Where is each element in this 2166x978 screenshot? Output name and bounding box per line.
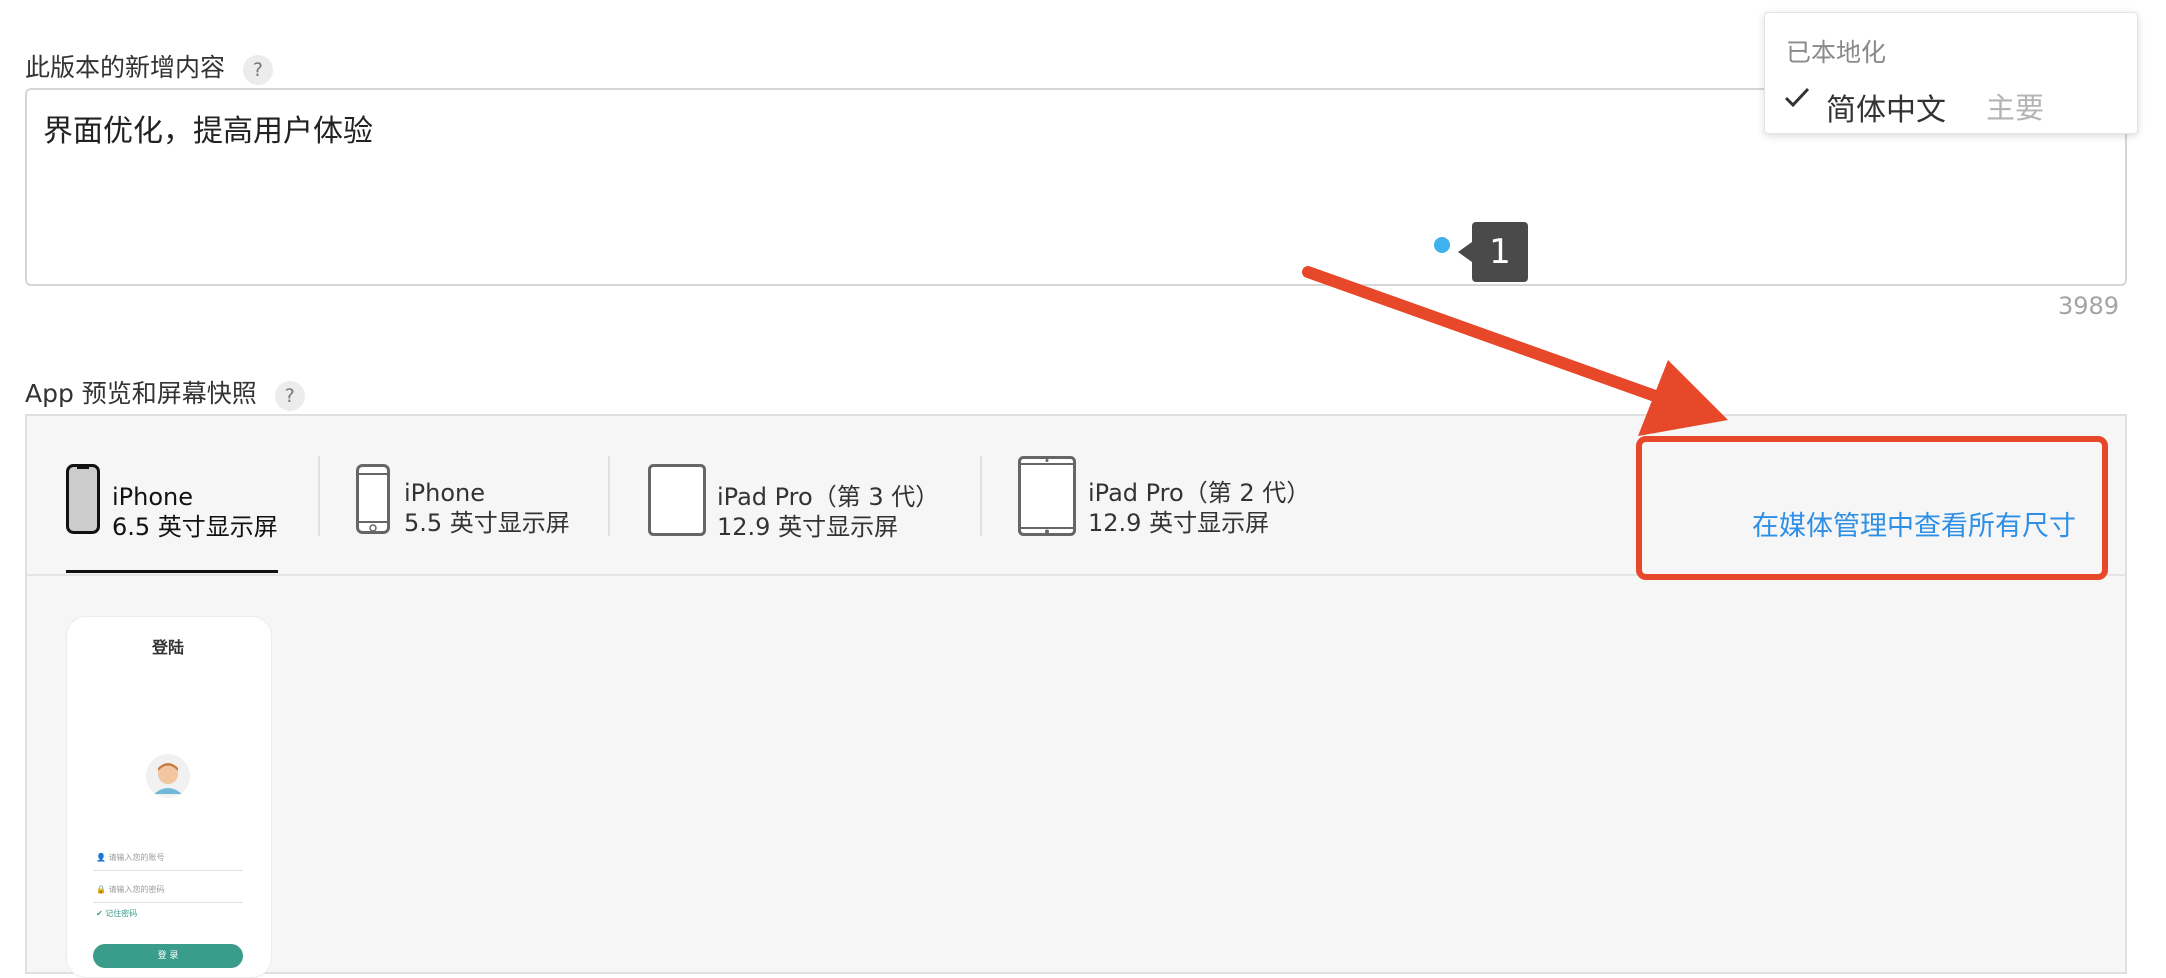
password-placeholder: 请输入您的密码 (108, 885, 165, 894)
active-tab-underline (66, 570, 278, 573)
iphone-65-icon (66, 464, 100, 534)
remember-checkbox[interactable]: ✔ 记住密码 (96, 908, 137, 919)
tab-title: iPhone (404, 479, 486, 507)
tab-subtitle: 5.5 英寸显示屏 (404, 509, 570, 537)
tab-divider (318, 456, 320, 536)
annotation-highlight-box (1636, 436, 2108, 580)
tab-subtitle: 6.5 英寸显示屏 (112, 513, 278, 541)
field-underline (93, 870, 243, 871)
account-placeholder: 请输入您的账号 (108, 853, 165, 862)
ipad-pro-2-icon (1018, 456, 1076, 536)
preview-label: App 预览和屏幕快照 ? (25, 374, 305, 411)
user-icon: 👤 (96, 853, 106, 862)
char-count: 3989 (2058, 292, 2120, 320)
screenshot-title: 登陆 (152, 638, 185, 657)
tab-divider (980, 456, 982, 536)
login-button[interactable]: 登 录 (93, 944, 243, 968)
lock-icon: 🔒 (96, 885, 106, 894)
checkmark-icon (1784, 87, 1810, 108)
whats-new-label-text: 此版本的新增内容 (25, 53, 226, 82)
tooltip-tail (1458, 242, 1472, 262)
dropdown-item-simplified-chinese[interactable]: 简体中文 (1826, 85, 1946, 129)
help-icon[interactable]: ? (274, 381, 305, 411)
dropdown-title: 已本地化 (1786, 38, 1887, 67)
preview-label-text: App 预览和屏幕快照 (25, 379, 257, 408)
tab-title: iPhone (112, 483, 194, 511)
tab-title: iPad Pro（第 2 代） (1088, 479, 1311, 507)
check-circle-icon: ✔ (96, 909, 103, 918)
whats-new-text[interactable]: 界面优化，提高用户体验 (43, 106, 373, 150)
ipad-pro-3-icon (648, 464, 706, 536)
tooltip-dot (1434, 237, 1450, 253)
tab-divider (608, 456, 610, 536)
whats-new-label: 此版本的新增内容 ? (25, 48, 273, 85)
tab-subtitle: 12.9 英寸显示屏 (717, 513, 899, 541)
localization-dropdown (1764, 12, 2138, 134)
annotation-arrow (1302, 266, 1728, 436)
account-field[interactable]: 👤 请输入您的账号 (96, 852, 165, 863)
tab-title: iPad Pro（第 3 代） (717, 483, 940, 511)
help-icon[interactable]: ? (242, 55, 273, 85)
password-field[interactable]: 🔒 请输入您的密码 (96, 884, 165, 895)
iphone-55-icon (356, 464, 390, 534)
avatar (146, 754, 190, 798)
remember-label: 记住密码 (105, 909, 138, 918)
tab-subtitle: 12.9 英寸显示屏 (1088, 509, 1270, 537)
dropdown-item-primary-tag: 主要 (1986, 91, 2045, 125)
field-underline (93, 902, 243, 903)
